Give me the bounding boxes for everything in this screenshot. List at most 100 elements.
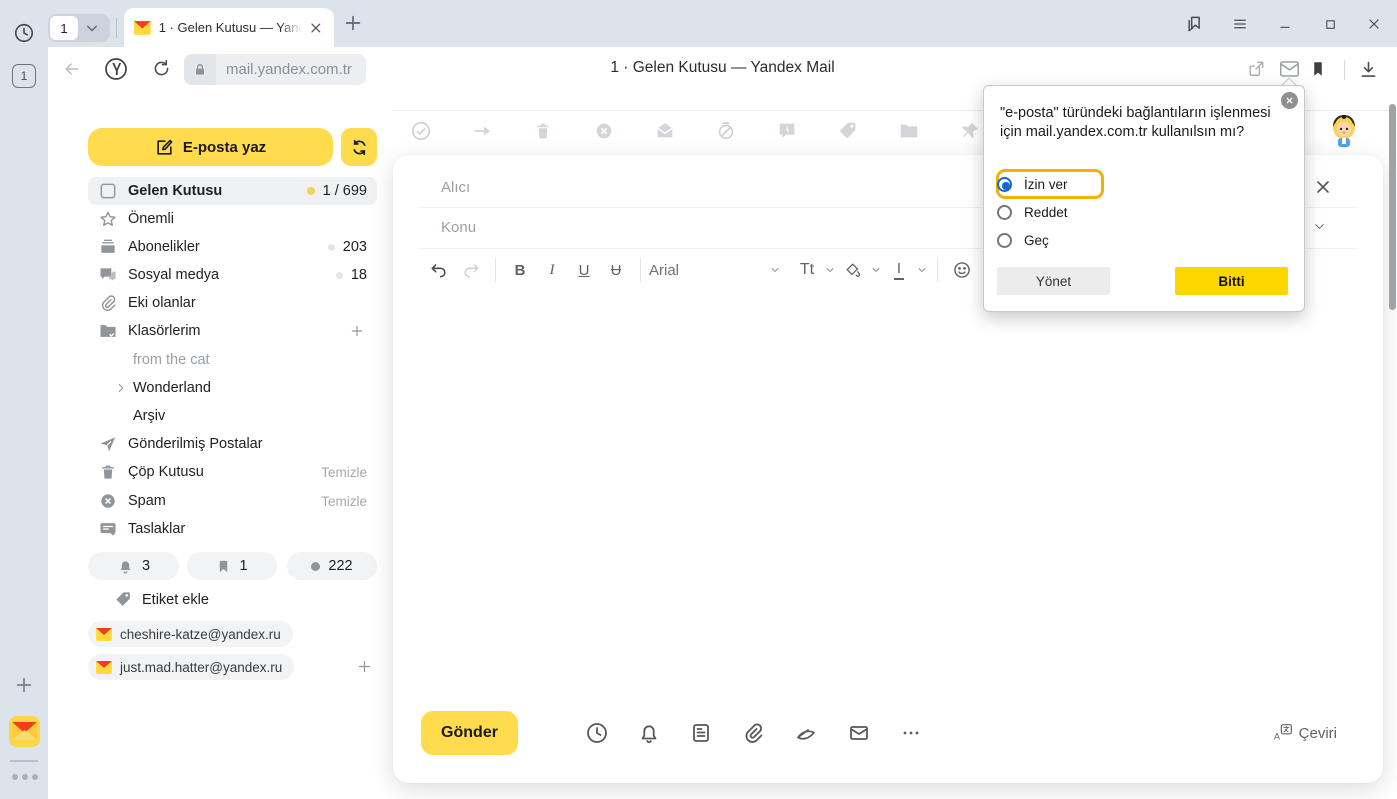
more-options-icon[interactable] xyxy=(899,721,923,745)
chat-icon xyxy=(98,265,118,285)
sidebar-item-wonderland[interactable]: Wonderland xyxy=(88,374,377,402)
account-item[interactable]: cheshire-katze@yandex.ru xyxy=(88,621,293,647)
folder-icon xyxy=(98,321,118,341)
download-icon[interactable] xyxy=(1358,59,1379,80)
menu-icon[interactable] xyxy=(1229,13,1251,35)
expand-recipients-icon[interactable] xyxy=(1312,219,1327,234)
scrollbar-thumb[interactable] xyxy=(1389,104,1396,310)
font-size-select[interactable]: Tt xyxy=(791,255,823,285)
font-size-chevron-icon[interactable] xyxy=(823,255,837,285)
radio-option-allow[interactable]: İzin ver xyxy=(997,177,1068,192)
select-all-icon[interactable] xyxy=(410,120,432,142)
yandex-logo-icon[interactable] xyxy=(104,57,128,81)
active-tab[interactable]: 1 · Gelen Kutusu — Yandex Mail xyxy=(124,8,334,47)
sidebar-item-archive[interactable]: Arşiv xyxy=(88,402,377,430)
redo-icon[interactable] xyxy=(455,255,487,285)
emoji-icon[interactable] xyxy=(946,255,978,285)
chevron-right-icon[interactable] xyxy=(114,381,128,395)
done-button[interactable]: Bitti xyxy=(1175,267,1288,295)
mark-read-icon[interactable] xyxy=(654,120,676,142)
account-item[interactable]: just.mad.hatter@yandex.ru xyxy=(88,654,294,680)
sidebar-item-drafts[interactable]: Taslaklar xyxy=(88,515,377,543)
signature-icon[interactable] xyxy=(794,721,818,745)
empty-spam-link[interactable]: Temizle xyxy=(321,494,367,509)
font-family-chevron-icon[interactable] xyxy=(759,255,791,285)
sidebar-item-inbox[interactable]: Gelen Kutusu 1 / 699 xyxy=(88,177,377,205)
font-family-select[interactable]: Arial xyxy=(649,255,759,285)
rail-add-icon[interactable] xyxy=(13,674,35,696)
compose-button[interactable]: E-posta yaz xyxy=(88,128,333,166)
browser-side-rail: 1 xyxy=(0,0,48,799)
bookmarks-badge[interactable]: 1 xyxy=(187,552,277,580)
radio-option-skip[interactable]: Geç xyxy=(997,233,1049,248)
back-icon[interactable] xyxy=(62,59,82,79)
rail-more-icon[interactable] xyxy=(12,774,38,780)
undo-icon[interactable] xyxy=(423,255,455,285)
bold-button[interactable]: B xyxy=(504,255,536,285)
popup-close-icon[interactable] xyxy=(1281,92,1298,109)
spam-icon xyxy=(98,491,118,511)
lock-icon[interactable] xyxy=(184,54,216,85)
strikethrough-button[interactable]: Ʉ xyxy=(600,255,632,285)
text-color-button[interactable]: I xyxy=(883,255,915,285)
spam-icon[interactable] xyxy=(593,120,615,142)
copy-to-self-icon[interactable] xyxy=(847,721,871,745)
sidebar-item-important[interactable]: Önemli xyxy=(88,205,377,233)
snooze-icon[interactable] xyxy=(715,120,737,142)
attach-file-icon[interactable] xyxy=(741,721,765,745)
bookmark-flag-icon[interactable] xyxy=(1309,59,1327,79)
manage-button[interactable]: Yönet xyxy=(997,267,1110,295)
radio-icon[interactable] xyxy=(997,205,1012,220)
sidebar-item-sent[interactable]: Gönderilmiş Postalar xyxy=(88,430,377,458)
radio-icon[interactable] xyxy=(997,233,1012,248)
underline-button[interactable]: U xyxy=(568,255,600,285)
radio-option-deny[interactable]: Reddet xyxy=(997,205,1068,220)
add-label-button[interactable]: Etiket ekle xyxy=(114,590,209,609)
sidebar-item-trash[interactable]: Çöp Kutusu Temizle xyxy=(88,458,377,486)
yandex-mail-app-icon[interactable] xyxy=(9,716,40,747)
reminder-icon[interactable] xyxy=(776,120,798,142)
add-account-icon[interactable] xyxy=(356,658,373,675)
tab-group-pill[interactable]: 1 xyxy=(48,14,110,42)
forward-icon[interactable] xyxy=(471,120,493,142)
avatar[interactable] xyxy=(1327,113,1361,147)
notify-icon[interactable] xyxy=(637,721,661,745)
sidebar-item-from-the-cat[interactable]: from the cat xyxy=(88,346,377,374)
label-icon[interactable] xyxy=(837,120,859,142)
pin-icon[interactable] xyxy=(959,120,981,142)
empty-trash-link[interactable]: Temizle xyxy=(321,465,367,480)
sidebar-item-attachments[interactable]: Eki olanlar xyxy=(88,289,377,317)
move-folder-icon[interactable] xyxy=(898,120,920,142)
highlight-chevron-icon[interactable] xyxy=(869,255,883,285)
new-tab-icon[interactable] xyxy=(342,12,364,34)
collections-icon[interactable] xyxy=(1184,13,1206,35)
window-close-icon[interactable] xyxy=(1363,13,1385,35)
reload-icon[interactable] xyxy=(151,58,172,79)
italic-button[interactable]: I xyxy=(536,255,568,285)
translate-button[interactable]: A Çeviri xyxy=(1273,723,1337,743)
sidebar-item-social[interactable]: Sosyal medya 18 xyxy=(88,261,377,289)
window-minimize-icon[interactable] xyxy=(1274,13,1296,35)
sidebar-item-spam[interactable]: Spam Temizle xyxy=(88,487,377,515)
window-maximize-icon[interactable] xyxy=(1319,13,1341,35)
close-compose-icon[interactable] xyxy=(1313,177,1333,197)
history-icon[interactable] xyxy=(13,22,35,44)
refresh-button[interactable] xyxy=(341,128,377,166)
sidebar-item-my-folders[interactable]: Klasörlerim xyxy=(88,317,377,345)
tab-close-icon[interactable] xyxy=(308,20,324,36)
send-button[interactable]: Gönder xyxy=(421,711,518,755)
share-icon[interactable] xyxy=(1246,59,1266,79)
template-icon[interactable] xyxy=(689,721,713,745)
schedule-send-icon[interactable] xyxy=(585,721,609,745)
highlight-color-icon[interactable] xyxy=(837,255,869,285)
sidebar-item-subscriptions[interactable]: Abonelikler 203 xyxy=(88,233,377,261)
tab-counter-badge[interactable]: 1 xyxy=(12,64,36,88)
url-field[interactable]: mail.yandex.com.tr xyxy=(184,54,366,85)
text-color-chevron-icon[interactable] xyxy=(915,255,929,285)
protocol-handler-mail-icon[interactable] xyxy=(1279,60,1300,78)
unread-badge[interactable]: 222 xyxy=(287,552,377,580)
notifications-badge[interactable]: 3 xyxy=(88,552,179,580)
delete-icon[interactable] xyxy=(532,120,554,142)
add-folder-icon[interactable] xyxy=(349,323,365,339)
radio-selected-icon[interactable] xyxy=(997,177,1012,192)
